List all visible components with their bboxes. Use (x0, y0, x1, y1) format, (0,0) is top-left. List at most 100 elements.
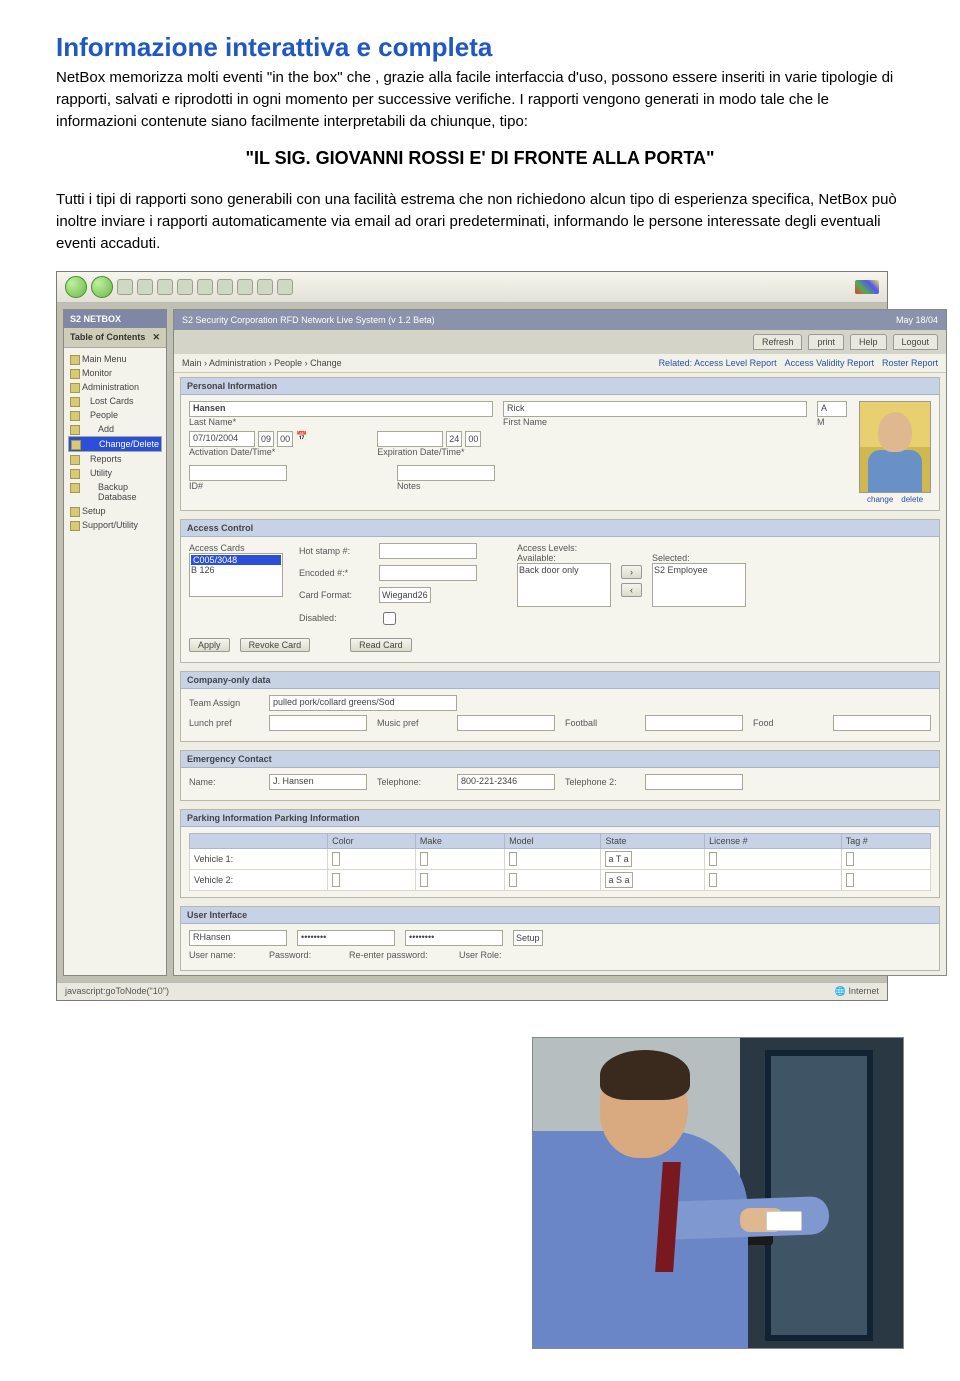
sidebar-list: Main Menu Monitor Administration Lost Ca… (64, 348, 166, 540)
intro-paragraph-2: Tutti i tipi di rapporti sono generabili… (56, 189, 904, 254)
expiration-date-input[interactable] (377, 431, 443, 447)
v2-color[interactable] (332, 873, 340, 887)
expiration-hour-select[interactable]: 24 (446, 431, 462, 447)
print-icon[interactable] (257, 279, 273, 295)
tab-print[interactable]: print (808, 334, 844, 350)
calendar-icon[interactable]: 📅 (296, 431, 307, 447)
sidebar-item-admin[interactable]: Administration (68, 380, 162, 394)
first-name-label: First Name (503, 417, 807, 427)
sidebar-item-setup[interactable]: Setup (68, 504, 162, 518)
status-left: javascript:goToNode("10") (65, 986, 169, 997)
read-card-button[interactable]: Read Card (350, 638, 412, 652)
access-cards-listbox[interactable]: C005/3048 B 126 (189, 553, 283, 597)
disabled-checkbox[interactable] (383, 612, 396, 625)
refresh-icon[interactable] (137, 279, 153, 295)
sidebar-item-add[interactable]: Add (68, 422, 162, 436)
mail-icon[interactable] (237, 279, 253, 295)
password-input[interactable]: •••••••• (297, 930, 395, 946)
v2-make[interactable] (420, 873, 428, 887)
sidebar-item-support[interactable]: Support/Utility (68, 518, 162, 532)
search-icon[interactable] (177, 279, 193, 295)
id-label: ID# (189, 481, 287, 491)
v1-make[interactable] (420, 852, 428, 866)
lunch-input[interactable] (269, 715, 367, 731)
first-name-input[interactable]: Rick (503, 401, 807, 417)
password2-input[interactable]: •••••••• (405, 930, 503, 946)
music-input[interactable] (457, 715, 555, 731)
edit-icon[interactable] (277, 279, 293, 295)
favorites-icon[interactable] (197, 279, 213, 295)
cardformat-select[interactable]: Wiegand26 (379, 587, 431, 603)
username-input[interactable]: RHansen (189, 930, 287, 946)
v1-license[interactable] (709, 852, 717, 866)
lunch-label: Lunch pref (189, 718, 259, 728)
v2-state[interactable]: a S a (605, 872, 632, 888)
move-right-button[interactable]: › (621, 565, 642, 579)
stop-icon[interactable] (117, 279, 133, 295)
sidebar-item-backup[interactable]: Backup Database (68, 480, 162, 504)
hotstamp-input[interactable] (379, 543, 477, 559)
activation-min-select[interactable]: 00 (277, 431, 293, 447)
apply-button[interactable]: Apply (189, 638, 230, 652)
mi-input[interactable]: A (817, 401, 847, 417)
photo-block: change delete (859, 401, 931, 504)
sidebar-item-monitor[interactable]: Monitor (68, 366, 162, 380)
id-input[interactable] (189, 465, 287, 481)
revoke-card-button[interactable]: Revoke Card (240, 638, 311, 652)
em-tel2-input[interactable] (645, 774, 743, 790)
em-name-input[interactable]: J. Hansen (269, 774, 367, 790)
photo-delete-link[interactable]: delete (901, 495, 923, 504)
sidebar-item-utility[interactable]: Utility (68, 466, 162, 480)
team-input[interactable]: pulled pork/collard greens/Sod (269, 695, 457, 711)
back-icon[interactable] (65, 276, 87, 298)
notes-input[interactable] (397, 465, 495, 481)
forward-icon[interactable] (91, 276, 113, 298)
person-photo (859, 401, 931, 493)
sidebar-item-reports[interactable]: Reports (68, 452, 162, 466)
app-title-text: S2 Security Corporation RFD Network Live… (182, 315, 435, 325)
food-input[interactable] (833, 715, 931, 731)
tab-logout[interactable]: Logout (893, 334, 939, 350)
role-select[interactable]: Setup (513, 930, 543, 946)
v2-license[interactable] (709, 873, 717, 887)
app-screenshot: S2 NETBOX Table of Contents ✕ Main Menu … (56, 271, 888, 1001)
expiration-min-select[interactable]: 00 (465, 431, 481, 447)
move-left-button[interactable]: ‹ (621, 583, 642, 597)
disabled-label: Disabled: (299, 613, 369, 623)
close-icon[interactable]: ✕ (153, 332, 161, 343)
activation-hour-select[interactable]: 09 (258, 431, 274, 447)
link-access-level-report[interactable]: Related: Access Level Report (659, 358, 777, 368)
selected-listbox[interactable]: S2 Employee (652, 563, 746, 607)
football-label: Football (565, 718, 635, 728)
browser-toolbar (57, 272, 887, 303)
v1-color[interactable] (332, 852, 340, 866)
section-personal-header: Personal Information (181, 378, 939, 395)
em-tel2-label: Telephone 2: (565, 777, 635, 787)
history-icon[interactable] (217, 279, 233, 295)
sidebar-item-main[interactable]: Main Menu (68, 352, 162, 366)
sidebar-item-lostcards[interactable]: Lost Cards (68, 394, 162, 408)
tab-help[interactable]: Help (850, 334, 887, 350)
section-userinterface: User Interface RHansen •••••••• ••••••••… (180, 906, 940, 971)
v1-tag[interactable] (846, 852, 854, 866)
page-title: Informazione interattiva e completa (56, 32, 904, 63)
link-access-validity-report[interactable]: Access Validity Report (785, 358, 874, 368)
available-listbox[interactable]: Back door only (517, 563, 611, 607)
activation-date-input[interactable]: 07/10/2004 (189, 431, 255, 447)
v2-model[interactable] (509, 873, 517, 887)
col-color: Color (328, 833, 416, 848)
last-name-input[interactable]: Hansen (189, 401, 493, 417)
hotstamp-label: Hot stamp #: (299, 546, 369, 556)
sidebar-item-changedelete[interactable]: Change/Delete (68, 436, 162, 452)
tab-refresh[interactable]: Refresh (753, 334, 803, 350)
em-tel-input[interactable]: 800-221-2346 (457, 774, 555, 790)
football-input[interactable] (645, 715, 743, 731)
link-roster-report[interactable]: Roster Report (882, 358, 938, 368)
photo-change-link[interactable]: change (867, 495, 893, 504)
encoded-input[interactable] (379, 565, 477, 581)
v1-state[interactable]: a T a (605, 851, 631, 867)
v2-tag[interactable] (846, 873, 854, 887)
home-icon[interactable] (157, 279, 173, 295)
sidebar-item-people[interactable]: People (68, 408, 162, 422)
v1-model[interactable] (509, 852, 517, 866)
